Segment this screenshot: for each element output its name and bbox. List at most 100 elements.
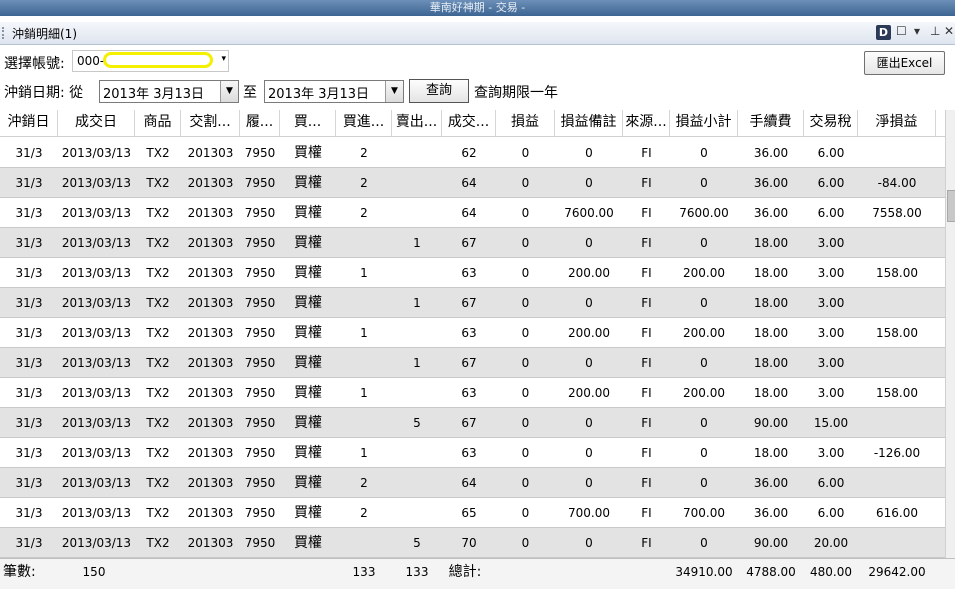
cell-strike: 7950 bbox=[244, 296, 276, 310]
cell-trade-date: 2013/03/13 bbox=[61, 296, 132, 310]
cell-buy-qty bbox=[336, 228, 392, 258]
cell-buy-qty bbox=[336, 348, 392, 378]
cell-trade-date: 2013/03/13 bbox=[61, 446, 132, 460]
cell-trade-date: 2013/03/13 bbox=[61, 266, 132, 280]
cell-settle-date: 31/3 bbox=[15, 446, 43, 460]
window-titlebar: 華南好神期 - 交易 - bbox=[0, 0, 955, 16]
chevron-down-icon: ▾ bbox=[221, 54, 226, 64]
cell-source: FI bbox=[641, 446, 652, 460]
cell-strike: 7950 bbox=[244, 476, 276, 490]
table-row[interactable]: 31/3 2013/03/13 TX2 201303 7950 買權 1 63 0 0 FI 0 18.… bbox=[0, 438, 945, 468]
dropdown-arrow-icon[interactable]: ▼ bbox=[220, 81, 238, 102]
cell-settle-date: 31/3 bbox=[15, 356, 43, 370]
cell-tax: 3.00 bbox=[817, 296, 845, 310]
account-label: 選擇帳號: bbox=[4, 56, 65, 72]
cell-pl-note: 0 bbox=[585, 236, 593, 250]
cell-source: FI bbox=[641, 416, 652, 430]
column-header-source[interactable]: 來源... bbox=[623, 110, 670, 136]
cell-fee: 18.00 bbox=[753, 386, 789, 400]
cell-fee: 36.00 bbox=[753, 146, 789, 160]
column-header-trade-date[interactable]: 成交日 bbox=[58, 110, 135, 136]
cell-type: 買權 bbox=[294, 145, 322, 161]
column-header-price[interactable]: 成交... bbox=[442, 110, 496, 136]
table-row[interactable]: 31/3 2013/03/13 TX2 201303 7950 買權 1 67 0 0 FI 0 18.… bbox=[0, 348, 945, 378]
cell-strike: 7950 bbox=[244, 176, 276, 190]
cell-settle-date: 31/3 bbox=[15, 266, 43, 280]
column-header-type[interactable]: 買... bbox=[280, 110, 336, 136]
cell-delivery-month: 201303 bbox=[187, 266, 234, 280]
from-date-picker[interactable]: 2013年 3月13日 ▼ bbox=[99, 80, 239, 103]
table-row[interactable]: 31/3 2013/03/13 TX2 201303 7950 買權 5 67 0 0 FI 0 90.… bbox=[0, 408, 945, 438]
cell-type: 買權 bbox=[294, 475, 322, 491]
to-date-picker[interactable]: 2013年 3月13日 ▼ bbox=[264, 80, 404, 103]
cell-tax: 20.00 bbox=[813, 536, 849, 550]
column-header-tax[interactable]: 交易稅 bbox=[804, 110, 858, 136]
column-header-fee[interactable]: 手續費 bbox=[738, 110, 804, 136]
cell-tax: 3.00 bbox=[817, 266, 845, 280]
cell-net-pl: -126.00 bbox=[873, 446, 921, 460]
close-icon[interactable]: ✕ bbox=[944, 24, 954, 38]
scrollbar-thumb[interactable] bbox=[947, 190, 955, 222]
window-title: 華南好神期 - 交易 - bbox=[429, 1, 526, 14]
cell-net-pl: 158.00 bbox=[876, 266, 918, 280]
cell-type: 買權 bbox=[294, 385, 322, 401]
table-row[interactable]: 31/3 2013/03/13 TX2 201303 7950 買權 1 63 0 200.00 F… bbox=[0, 378, 945, 408]
column-header-delivery-month[interactable]: 交割... bbox=[181, 110, 240, 136]
pin-icon[interactable]: ⊥ bbox=[930, 24, 940, 38]
cell-strike: 7950 bbox=[244, 266, 276, 280]
cell-buy-qty bbox=[336, 408, 392, 438]
cell-source: FI bbox=[641, 506, 652, 520]
table-row[interactable]: 31/3 2013/03/13 TX2 201303 7950 買權 1 67 0 0 FI 0 18.… bbox=[0, 288, 945, 318]
cell-buy-qty: 2 bbox=[360, 506, 368, 520]
cell-profit-loss: 0 bbox=[521, 446, 530, 460]
column-header-product[interactable]: 商品 bbox=[135, 110, 181, 136]
cell-buy-qty: 2 bbox=[360, 176, 368, 190]
cell-tax: 3.00 bbox=[817, 356, 845, 370]
grip-handle-icon[interactable] bbox=[2, 27, 8, 39]
dropdown-arrow-icon[interactable]: ▼ bbox=[385, 81, 403, 102]
to-date-value: 2013年 3月13日 bbox=[268, 87, 370, 102]
cell-pl-subtotal: 700.00 bbox=[683, 506, 725, 520]
cell-product: TX2 bbox=[146, 176, 170, 190]
column-header-sell-qty[interactable]: 賣出... bbox=[392, 110, 442, 136]
table-row[interactable]: 31/3 2013/03/13 TX2 201303 7950 買權 2 64 0 0 FI 0 36.… bbox=[0, 468, 945, 498]
restore-icon[interactable]: ☐ bbox=[896, 24, 907, 38]
cell-strike: 7950 bbox=[244, 326, 276, 340]
table-row[interactable]: 31/3 2013/03/13 TX2 201303 7950 買權 5 70 0 0 FI 0 90.… bbox=[0, 528, 945, 558]
column-header-buy-qty[interactable]: 買進... bbox=[336, 110, 392, 136]
cell-sell-qty bbox=[392, 498, 442, 528]
table-row[interactable]: 31/3 2013/03/13 TX2 201303 7950 買權 2 64 0 7600.00… bbox=[0, 198, 945, 228]
from-date-value: 2013年 3月13日 bbox=[103, 87, 205, 102]
cell-strike: 7950 bbox=[244, 416, 276, 430]
query-button[interactable]: 查詢 bbox=[409, 79, 469, 103]
cell-tax: 6.00 bbox=[817, 176, 845, 190]
cell-profit-loss: 0 bbox=[521, 476, 530, 490]
account-value: 000- bbox=[77, 54, 105, 68]
export-excel-button[interactable]: 匯出Excel bbox=[864, 51, 945, 75]
account-select[interactable]: 000- ▾ bbox=[72, 50, 229, 72]
column-header-pl-note[interactable]: 損益備註 bbox=[555, 110, 623, 136]
cell-buy-qty: 2 bbox=[360, 476, 368, 490]
cell-pl-note: 200.00 bbox=[568, 386, 610, 400]
cell-sell-qty: 1 bbox=[413, 296, 421, 310]
column-header-settle-date[interactable]: 沖銷日 bbox=[0, 110, 58, 136]
table-row[interactable]: 31/3 2013/03/13 TX2 201303 7950 買權 1 63 0 200.00 F… bbox=[0, 318, 945, 348]
column-header-net-pl[interactable]: 淨損益 bbox=[858, 110, 936, 136]
dropdown-icon[interactable]: ▾ bbox=[914, 24, 920, 38]
cell-price: 63 bbox=[461, 326, 477, 340]
cell-tax: 3.00 bbox=[817, 386, 845, 400]
table-row[interactable]: 31/3 2013/03/13 TX2 201303 7950 買權 1 63 0 200.00 F… bbox=[0, 258, 945, 288]
table-row[interactable]: 31/3 2013/03/13 TX2 201303 7950 買權 2 64 0 0 FI 0 36.… bbox=[0, 168, 945, 198]
vertical-scrollbar[interactable] bbox=[945, 110, 955, 558]
column-header-strike[interactable]: 履... bbox=[240, 110, 280, 136]
table-row[interactable]: 31/3 2013/03/13 TX2 201303 7950 買權 2 65 0 700.00 F… bbox=[0, 498, 945, 528]
table-row[interactable]: 31/3 2013/03/13 TX2 201303 7950 買權 2 62 0 0 FI 0 36.… bbox=[0, 138, 945, 168]
cell-fee: 18.00 bbox=[753, 446, 789, 460]
column-header-profit-loss[interactable]: 損益 bbox=[496, 110, 555, 136]
d-logo-icon[interactable]: D bbox=[876, 25, 891, 40]
table-row[interactable]: 31/3 2013/03/13 TX2 201303 7950 買權 1 67 0 0 FI 0 18.… bbox=[0, 228, 945, 258]
column-header-pl-subtotal[interactable]: 損益小計 bbox=[670, 110, 738, 136]
cell-price: 67 bbox=[461, 296, 477, 310]
cell-buy-qty: 1 bbox=[360, 326, 368, 340]
cell-type: 買權 bbox=[294, 235, 322, 251]
